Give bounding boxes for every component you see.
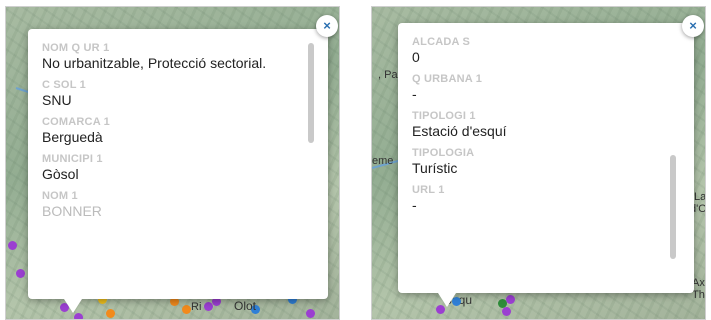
field-label: TIPOLOGIA <box>412 147 475 159</box>
feature-popup: ALCADA S 0 Q URBANA 1 - TIPOLOGI 1 Estac… <box>398 23 694 307</box>
field-value: Estació d'esquí <box>412 123 507 139</box>
field-label: C SOL 1 <box>42 79 86 91</box>
field-value: Turístic <box>412 160 458 176</box>
field-label: NOM 1 <box>42 190 78 202</box>
map-marker[interactable] <box>506 295 515 304</box>
map-marker[interactable] <box>182 305 191 314</box>
field-value: - <box>412 86 417 102</box>
feature-popup: NOM Q UR 1 No urbanitzable, Protecció se… <box>28 29 328 313</box>
map-panel-right[interactable]: , Pa eme Baqu La d'O Ax- Thè ALCADA S 0 … <box>371 6 706 320</box>
popup-tip <box>438 293 456 307</box>
field-label: ALCADA S <box>412 36 471 48</box>
map-marker[interactable] <box>306 309 315 318</box>
map-marker[interactable] <box>8 241 17 250</box>
popup-content[interactable]: ALCADA S 0 Q URBANA 1 - TIPOLOGI 1 Estac… <box>412 35 652 281</box>
field-value: - <box>412 197 417 213</box>
map-panel-left[interactable]: Ri Olot NOM Q UR 1 No urbanitzable, Prot… <box>5 6 340 320</box>
field-label: COMARCA 1 <box>42 116 111 128</box>
map-marker[interactable] <box>74 313 83 319</box>
field-label: TIPOLOGI 1 <box>412 110 476 122</box>
field-value: SNU <box>42 92 72 108</box>
map-label-ax: Ax- <box>692 277 705 289</box>
field-label: MUNICIPI 1 <box>42 153 103 165</box>
field-value: Gòsol <box>42 166 79 182</box>
map-label-ripoll: Ri <box>191 301 202 313</box>
field-label: Q URBANA 1 <box>412 73 483 85</box>
field-label: NOM Q UR 1 <box>42 42 110 54</box>
map-label-olot: Olot <box>234 299 257 313</box>
close-button[interactable]: × <box>316 15 338 37</box>
field-label: URL 1 <box>412 184 445 196</box>
field-value: No urbanitzable, Protecció sectorial. <box>42 55 267 71</box>
field-value: BONNER <box>42 203 102 219</box>
map-label-the: Thè <box>692 289 705 301</box>
popup-tip <box>64 299 82 313</box>
scrollbar-thumb[interactable] <box>670 155 676 259</box>
scrollbar-thumb[interactable] <box>308 43 314 143</box>
map-marker[interactable] <box>502 307 511 316</box>
map-label-la: La <box>694 191 706 203</box>
map-marker[interactable] <box>106 309 115 318</box>
close-button[interactable]: × <box>682 15 704 37</box>
map-label-eme: eme <box>372 155 394 167</box>
map-marker[interactable] <box>16 269 25 278</box>
map-label-pa: , Pa <box>378 69 398 81</box>
popup-content[interactable]: NOM Q UR 1 No urbanitzable, Protecció se… <box>42 41 282 287</box>
field-value: Berguedà <box>42 129 103 145</box>
field-value: 0 <box>412 49 420 65</box>
